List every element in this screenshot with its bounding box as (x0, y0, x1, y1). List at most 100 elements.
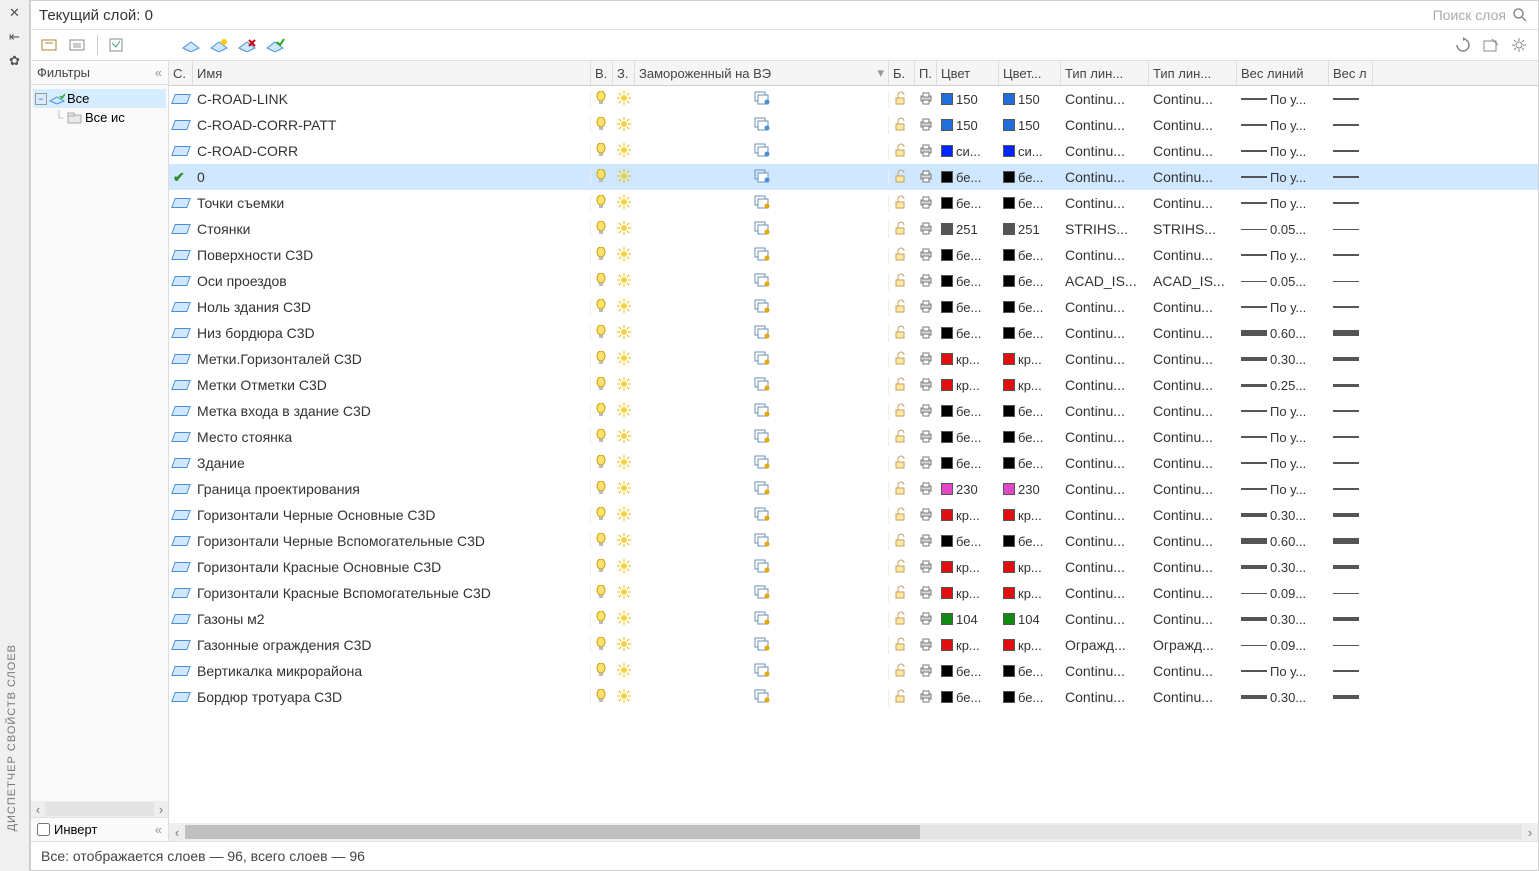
table-row[interactable]: Бордюр тротуара C3Dбе...бе...Continu...C… (169, 684, 1538, 710)
freeze-cell[interactable] (613, 533, 635, 550)
linetype-cell[interactable]: Continu... (1061, 195, 1149, 211)
vplineweight-cell[interactable] (1329, 254, 1373, 256)
status-cell[interactable] (169, 614, 193, 624)
on-cell[interactable] (591, 143, 613, 160)
color-cell[interactable]: бе... (937, 456, 999, 471)
color-cell[interactable]: 230 (937, 482, 999, 497)
vplineweight-cell[interactable] (1329, 384, 1373, 387)
table-row[interactable]: ✔0бе...бе...Continu...Continu...По у... (169, 164, 1538, 190)
plot-cell[interactable] (915, 273, 937, 290)
collapse-filters-icon[interactable]: « (155, 65, 162, 80)
on-cell[interactable] (591, 351, 613, 368)
lineweight-cell[interactable]: 0.60... (1237, 326, 1329, 341)
vpcolor-cell[interactable]: кр... (999, 638, 1061, 653)
set-current-button[interactable] (264, 34, 286, 56)
vplinetype-cell[interactable]: ACAD_IS... (1149, 273, 1237, 289)
new-layer-vpfrozen-button[interactable] (208, 34, 230, 56)
linetype-cell[interactable]: ACAD_IS... (1061, 273, 1149, 289)
vpcolor-cell[interactable]: бе... (999, 456, 1061, 471)
name-cell[interactable]: Точки съемки (193, 195, 591, 211)
name-cell[interactable]: Здание (193, 455, 591, 471)
col-linetype[interactable]: Тип лин... (1061, 61, 1149, 85)
scroll-left-icon[interactable]: ‹ (31, 802, 45, 817)
table-row[interactable]: Оси проездовбе...бе...ACAD_IS...ACAD_IS.… (169, 268, 1538, 294)
col-on[interactable]: В. (591, 61, 613, 85)
vpfreeze-cell[interactable] (635, 663, 889, 680)
vpfreeze-cell[interactable] (635, 403, 889, 420)
plot-cell[interactable] (915, 611, 937, 628)
freeze-cell[interactable] (613, 455, 635, 472)
vplinetype-cell[interactable]: Continu... (1149, 663, 1237, 679)
status-cell[interactable] (169, 224, 193, 234)
plot-cell[interactable] (915, 533, 937, 550)
on-cell[interactable] (591, 611, 613, 628)
vpfreeze-cell[interactable] (635, 585, 889, 602)
table-row[interactable]: Горизонтали Красные Основные C3Dкр...кр.… (169, 554, 1538, 580)
name-cell[interactable]: Ноль здания C3D (193, 299, 591, 315)
vpfreeze-cell[interactable] (635, 351, 889, 368)
lock-cell[interactable] (889, 585, 915, 602)
freeze-cell[interactable] (613, 507, 635, 524)
color-cell[interactable]: бе... (937, 664, 999, 679)
name-cell[interactable]: 0 (193, 169, 591, 185)
table-row[interactable]: Метки.Горизонталей C3Dкр...кр...Continu.… (169, 346, 1538, 372)
lineweight-cell[interactable]: 0.05... (1237, 274, 1329, 289)
vpcolor-cell[interactable]: бе... (999, 534, 1061, 549)
linetype-cell[interactable]: Огражд... (1061, 637, 1149, 653)
close-icon[interactable]: ✕ (6, 4, 24, 22)
lineweight-cell[interactable]: 0.60... (1237, 534, 1329, 549)
vplineweight-cell[interactable] (1329, 176, 1373, 178)
plot-cell[interactable] (915, 377, 937, 394)
freeze-cell[interactable] (613, 637, 635, 654)
table-row[interactable]: Метки Отметки C3Dкр...кр...Continu...Con… (169, 372, 1538, 398)
vplineweight-cell[interactable] (1329, 330, 1373, 336)
lineweight-cell[interactable]: 0.30... (1237, 690, 1329, 705)
name-cell[interactable]: Низ бордюра C3D (193, 325, 591, 341)
vplineweight-cell[interactable] (1329, 281, 1373, 282)
linetype-cell[interactable]: Continu... (1061, 351, 1149, 367)
lineweight-cell[interactable]: По у... (1237, 170, 1329, 185)
vpcolor-cell[interactable]: бе... (999, 430, 1061, 445)
vplinetype-cell[interactable]: Continu... (1149, 533, 1237, 549)
table-row[interactable]: Зданиебе...бе...Continu...Continu...По у… (169, 450, 1538, 476)
vplineweight-cell[interactable] (1329, 538, 1373, 544)
lineweight-cell[interactable]: 0.25... (1237, 378, 1329, 393)
vpcolor-cell[interactable]: кр... (999, 352, 1061, 367)
vplinetype-cell[interactable]: Continu... (1149, 247, 1237, 263)
status-cell[interactable] (169, 146, 193, 156)
freeze-cell[interactable] (613, 117, 635, 134)
lineweight-cell[interactable]: По у... (1237, 664, 1329, 679)
plot-cell[interactable] (915, 403, 937, 420)
plot-cell[interactable] (915, 221, 937, 238)
table-row[interactable]: Метка входа в здание C3Dбе...бе...Contin… (169, 398, 1538, 424)
lock-cell[interactable] (889, 663, 915, 680)
on-cell[interactable] (591, 377, 613, 394)
col-status[interactable]: С. (169, 61, 193, 85)
lock-cell[interactable] (889, 273, 915, 290)
grid-hscrollbar[interactable]: ‹ › (169, 823, 1538, 841)
plot-cell[interactable] (915, 351, 937, 368)
vpcolor-cell[interactable]: бе... (999, 690, 1061, 705)
vplineweight-cell[interactable] (1329, 436, 1373, 438)
vplineweight-cell[interactable] (1329, 513, 1373, 517)
color-cell[interactable]: кр... (937, 378, 999, 393)
freeze-cell[interactable] (613, 429, 635, 446)
on-cell[interactable] (591, 299, 613, 316)
linetype-cell[interactable]: Continu... (1061, 377, 1149, 393)
name-cell[interactable]: Горизонтали Красные Основные C3D (193, 559, 591, 575)
lock-cell[interactable] (889, 507, 915, 524)
invert-checkbox[interactable] (37, 823, 50, 836)
linetype-cell[interactable]: Continu... (1061, 299, 1149, 315)
lock-cell[interactable] (889, 689, 915, 706)
new-layer-button[interactable] (180, 34, 202, 56)
table-row[interactable]: Газонные ограждения C3Dкр...кр...Огражд.… (169, 632, 1538, 658)
freeze-cell[interactable] (613, 585, 635, 602)
vplinetype-cell[interactable]: Continu... (1149, 611, 1237, 627)
lock-cell[interactable] (889, 143, 915, 160)
name-cell[interactable]: Метка входа в здание C3D (193, 403, 591, 419)
lineweight-cell[interactable]: По у... (1237, 482, 1329, 497)
status-cell[interactable] (169, 510, 193, 520)
linetype-cell[interactable]: Continu... (1061, 481, 1149, 497)
color-cell[interactable]: бе... (937, 274, 999, 289)
plot-cell[interactable] (915, 143, 937, 160)
